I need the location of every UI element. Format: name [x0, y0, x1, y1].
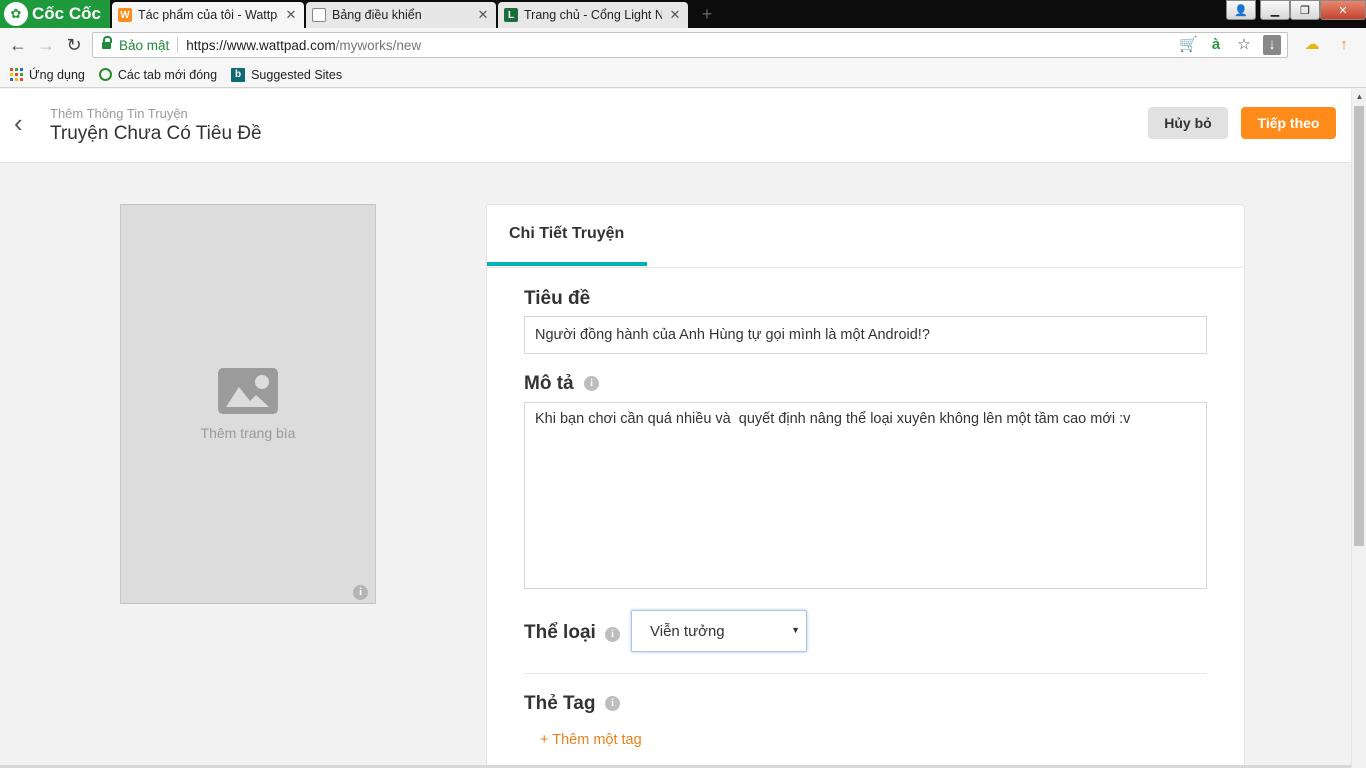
- extension-icon[interactable]: ☁: [1302, 36, 1322, 54]
- star-icon[interactable]: ☆: [1235, 35, 1253, 55]
- browser-brand-label: Cốc Cốc: [32, 4, 101, 23]
- tab-label: Chi Tiết Truyện: [509, 225, 625, 242]
- upload-arrow-icon[interactable]: ↑: [1334, 36, 1354, 54]
- description-label: Mô tả: [524, 373, 574, 394]
- url-divider: [177, 37, 179, 53]
- title-label: Tiêu đề: [524, 288, 591, 309]
- story-details-card: Chi Tiết Truyện Tiêu đề Mô tả i Khi bạn …: [486, 204, 1245, 768]
- bookmark-suggested-sites[interactable]: b Suggested Sites: [231, 67, 343, 82]
- bookmark-label: Suggested Sites: [251, 67, 343, 82]
- tab-title: Bảng điều khiển: [332, 8, 422, 22]
- browser-toolbar: ← → ↻ Bảo mật https://www.wattpad.com/my…: [0, 28, 1366, 62]
- info-icon[interactable]: i: [353, 585, 368, 600]
- scroll-thumb[interactable]: [1354, 106, 1364, 546]
- url-path: /myworks/new: [335, 37, 422, 53]
- vietnamese-typing-icon[interactable]: à: [1207, 35, 1225, 55]
- forward-arrow-icon[interactable]: →: [36, 35, 56, 55]
- history-icon: [98, 68, 112, 81]
- maximize-icon[interactable]: ❐: [1290, 0, 1320, 20]
- info-icon[interactable]: i: [584, 376, 599, 391]
- page-title: Truyện Chưa Có Tiêu Đề: [50, 123, 262, 144]
- address-bar[interactable]: Bảo mật https://www.wattpad.com/myworks/…: [92, 32, 1288, 58]
- download-icon[interactable]: ↓: [1263, 35, 1281, 55]
- cover-upload[interactable]: Thêm trang bìa i: [120, 204, 376, 604]
- chevron-left-icon[interactable]: ‹: [14, 109, 38, 137]
- info-icon[interactable]: i: [605, 696, 620, 711]
- cancel-button[interactable]: Hủy bỏ: [1148, 107, 1228, 139]
- profile-icon[interactable]: 👤: [1226, 0, 1256, 20]
- caret-down-icon: ▼: [791, 625, 800, 635]
- minimize-icon[interactable]: ▁: [1260, 0, 1290, 20]
- tags-label: Thẻ Tag: [524, 693, 596, 714]
- secure-label: Bảo mật: [119, 37, 170, 53]
- story-header: ‹ Thêm Thông Tin Truyện Truyện Chưa Có T…: [0, 89, 1351, 163]
- tab-divider: [487, 267, 1244, 268]
- info-icon[interactable]: i: [605, 627, 620, 642]
- bing-icon: b: [231, 67, 246, 82]
- image-icon: [218, 368, 278, 414]
- tab-dashboard[interactable]: Bảng điều khiển ✕: [306, 2, 496, 28]
- next-button[interactable]: Tiếp theo: [1241, 107, 1336, 139]
- page-scrollbar[interactable]: ▲: [1351, 89, 1366, 768]
- scroll-up-icon[interactable]: ▲: [1352, 89, 1366, 104]
- shopping-cart-icon[interactable]: 🛒: [1179, 35, 1198, 55]
- ln-favicon-icon: L: [504, 8, 518, 22]
- tab-title: Trang chủ - Cổng Light Novel: [524, 8, 662, 22]
- bookmark-label: Ứng dụng: [29, 67, 85, 82]
- cover-label: Thêm trang bìa: [200, 425, 296, 441]
- lock-icon: [102, 35, 112, 51]
- close-icon[interactable]: ✕: [668, 7, 682, 23]
- coccoc-logo-icon: ✿: [4, 2, 28, 26]
- active-tab-indicator: [487, 262, 647, 266]
- genre-label: Thể loại: [524, 622, 596, 643]
- description-textarea[interactable]: Khi bạn chơi cần quá nhiều và quyết định…: [524, 402, 1207, 589]
- tab-light-novel[interactable]: L Trang chủ - Cổng Light Novel ✕: [498, 2, 688, 28]
- title-input[interactable]: [524, 316, 1207, 354]
- section-divider: [524, 673, 1207, 674]
- bookmark-recent-tabs[interactable]: Các tab mới đóng: [98, 67, 218, 82]
- tab-title: Tác phẩm của tôi - Wattpad: [138, 8, 278, 22]
- close-icon[interactable]: ✕: [284, 7, 298, 23]
- reload-icon[interactable]: ↻: [64, 35, 84, 55]
- close-icon[interactable]: ✕: [476, 7, 490, 23]
- browser-brand[interactable]: ✿ Cốc Cốc: [0, 0, 110, 28]
- window-close-icon[interactable]: ✕: [1320, 0, 1366, 20]
- bookmark-label: Các tab mới đóng: [117, 67, 218, 82]
- bookmark-apps[interactable]: Ứng dụng: [10, 68, 85, 82]
- apps-grid-icon: [10, 68, 23, 81]
- tab-wattpad-myworks[interactable]: W Tác phẩm của tôi - Wattpad ✕: [112, 2, 304, 28]
- browser-tab-strip: ✿ Cốc Cốc W Tác phẩm của tôi - Wattpad ✕…: [0, 0, 1366, 28]
- new-tab-icon[interactable]: +: [698, 5, 716, 23]
- tab-story-details[interactable]: Chi Tiết Truyện: [487, 205, 647, 267]
- back-arrow-icon[interactable]: ←: [8, 35, 28, 55]
- wattpad-favicon-icon: W: [118, 8, 132, 22]
- genre-selected-value: Viễn tưởng: [650, 622, 725, 640]
- genre-select[interactable]: Viễn tưởng ▼: [631, 610, 807, 652]
- url-host: https://www.wattpad.com: [186, 37, 336, 53]
- bookmarks-bar: Ứng dụng Các tab mới đóng b Suggested Si…: [0, 62, 1366, 88]
- header-subtitle: Thêm Thông Tin Truyện: [50, 106, 188, 121]
- page-favicon-icon: [312, 8, 326, 22]
- add-tag-link[interactable]: + Thêm một tag: [540, 732, 642, 748]
